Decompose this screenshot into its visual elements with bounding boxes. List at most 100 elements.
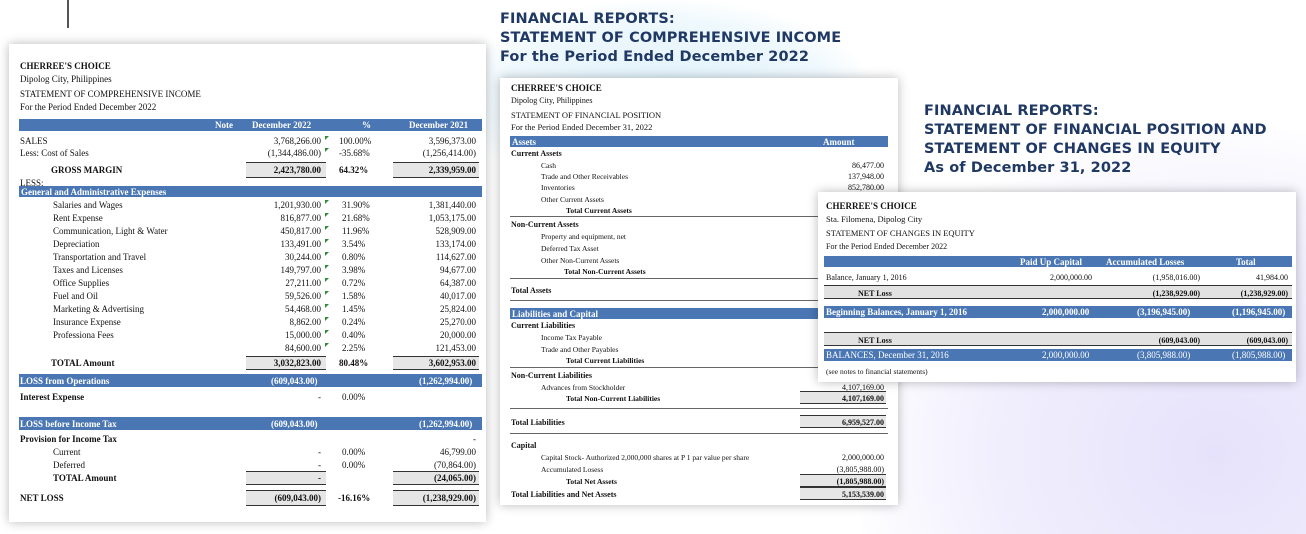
cost-2021: (1,256,414.00)	[422, 148, 476, 158]
expense-2022: 8,862.00	[289, 317, 322, 327]
comment-marker-icon	[325, 136, 329, 140]
beginning-balance-accum: (3,196,945.00)	[1137, 307, 1191, 317]
total-net-assets-value: (1,805,988.00)	[836, 477, 884, 486]
banner-line: For the Period Ended December 2022	[500, 49, 810, 65]
expense-label: Professiona Fees	[53, 330, 114, 340]
liabilities-header: Liabilities and Capital	[512, 309, 599, 319]
expense-pct: 0.72%	[342, 278, 366, 288]
sales-pct: 100.00%	[339, 136, 372, 146]
banner-line: FINANCIAL REPORTS:	[500, 11, 675, 27]
amount-column: Amount	[823, 137, 855, 147]
ending-balance-label: BALANCES, December 31, 2016	[826, 350, 949, 360]
tax-total-label: TOTAL Amount	[53, 473, 117, 483]
loss-operations-2021: (1,262,994.00)	[419, 376, 473, 386]
expense-2022: 15,000.00	[285, 330, 321, 340]
current-tax-pct: 0.00%	[342, 447, 366, 457]
expense-pct: 3.98%	[342, 265, 366, 275]
total-expenses-2022: 3,032,823.00	[273, 358, 321, 368]
expense-2021: 25,270.00	[440, 317, 476, 327]
total-liabilities-value: 6,959,527.00	[842, 418, 884, 427]
receivables-label: Trade and Other Receivables	[541, 172, 628, 181]
capital-stock-value: 2,000,000.00	[842, 453, 884, 462]
expense-2022: 133,491.00	[280, 239, 322, 249]
company-name: CHERREE'S CHOICE	[511, 83, 602, 93]
expense-label: Salaries and Wages	[53, 200, 123, 210]
comment-marker-icon	[325, 265, 329, 269]
statement-period: For the Period Ended December 2022	[826, 242, 948, 251]
expense-2022: 54,468.00	[285, 304, 321, 314]
total-noncurrent-liabilities-value: 4,107,169.00	[842, 394, 884, 403]
statement-title: STATEMENT OF FINANCIAL POSITION	[511, 110, 662, 120]
total-net-assets-label: Total Net Assets	[566, 477, 617, 486]
comment-marker-icon	[325, 304, 329, 308]
assets-header-bar: Assets Amount	[510, 136, 888, 147]
loss-operations-bar: LOSS from Operations (609,043.00) (1,262…	[19, 374, 482, 387]
expense-label: Communication, Light & Water	[53, 226, 168, 236]
statement-title: STATEMENT OF CHANGES IN EQUITY	[826, 228, 975, 238]
current-assets-label: Current Assets	[511, 149, 562, 158]
capital-stock-label: Capital Stock- Authorized 2,000,000 shar…	[541, 453, 750, 462]
total-expenses-pct: 80.48%	[339, 358, 369, 368]
ending-balance-total: (1,805,988.00)	[1232, 350, 1286, 360]
other-noncurrent-label: Other Non-Current Assets	[541, 256, 620, 265]
total-current-label: Total Current Assets	[566, 206, 632, 215]
banner-line: STATEMENT OF FINANCIAL POSITION AND	[924, 122, 1267, 138]
current-tax-2021: 46,799.00	[440, 447, 476, 457]
interest-label: Interest Expense	[20, 392, 85, 402]
expense-pct: 11.96%	[342, 226, 370, 236]
income-report-banner: FINANCIAL REPORTS: STATEMENT OF COMPREHE…	[500, 10, 841, 67]
interest-pct: 0.00%	[342, 392, 366, 402]
statement-title: STATEMENT OF COMPREHENSIVE INCOME	[20, 89, 201, 99]
balance-2016-total: 41,984.00	[1256, 273, 1288, 282]
deferred-tax-pct: 0.00%	[342, 460, 366, 470]
sales-2022: 3,768,266.00	[273, 136, 321, 146]
expense-2022: 149,797.00	[280, 265, 322, 275]
ending-balance-accum: (3,805,988.00)	[1137, 350, 1191, 360]
total-expenses-2021: 3,602,953.00	[428, 358, 476, 368]
expense-pct: 0.24%	[342, 317, 366, 327]
comment-marker-icon	[325, 278, 329, 282]
accumulated-losses-label: Accumulated Losess	[541, 465, 604, 474]
expense-2022: 59,526.00	[285, 291, 321, 301]
total-liabilities-net-label: Total Liabilities and Net Assets	[511, 490, 617, 499]
column-header-bar: Note December 2022 % December 2021	[19, 119, 482, 131]
comment-marker-icon	[325, 252, 329, 256]
column-pct: %	[362, 120, 371, 130]
comment-marker-icon	[325, 200, 329, 204]
current-tax-label: Current	[53, 447, 81, 457]
column-dec2022: December 2022	[252, 120, 312, 130]
expense-label: Rent Expense	[53, 213, 103, 223]
company-location: Dipolog City, Philippines	[511, 96, 593, 105]
expense-2022: 84,600.00	[285, 343, 321, 353]
loss-before-tax-bar: LOSS before Income Tax (609,043.00) (1,2…	[19, 417, 482, 430]
provision-label: Provision for Income Tax	[20, 434, 117, 444]
column-dec2021: December 2021	[409, 120, 469, 130]
net-loss-total: (1,238,929.00)	[1240, 289, 1288, 298]
column-paid-up: Paid Up Capital	[1020, 257, 1083, 267]
expense-2021: 64,387.00	[440, 278, 476, 288]
company-name: CHERREE'S CHOICE	[826, 201, 917, 211]
expense-2021: 1,053,175.00	[428, 213, 476, 223]
tax-total-2022: -	[318, 473, 321, 483]
expense-2021: 133,174.00	[435, 239, 477, 249]
expense-pct: 21.68%	[342, 213, 370, 223]
net-loss-label: NET Loss	[858, 336, 892, 345]
deferred-tax-2021: (70,864.00)	[434, 460, 476, 470]
provision-dash: -	[473, 434, 476, 444]
ending-balance-bar: BALANCES, December 31, 2016 2,000,000.00…	[824, 349, 1292, 361]
banner-line: As of December 31, 2022	[924, 160, 1132, 176]
inventories-label: Inventories	[541, 183, 575, 192]
comment-marker-icon	[325, 343, 329, 347]
expense-2021: 114,627.00	[435, 252, 476, 262]
ending-balance-paidup: 2,000,000.00	[1042, 350, 1090, 360]
net-loss-total: (609,043.00)	[1246, 336, 1288, 345]
total-expenses-label: TOTAL Amount	[51, 358, 115, 368]
expense-2021: 1,381,440.00	[428, 200, 476, 210]
cash-value: 86,477.00	[852, 161, 884, 170]
expense-pct: 31.90%	[342, 200, 370, 210]
company-location: Sta. Filomena, Dipolog City	[826, 214, 923, 224]
sales-2021: 3,596,373.00	[428, 136, 476, 146]
total-noncurrent-liabilities-label: Total Non-Current Liabilities	[566, 394, 661, 403]
expense-pct: 0.40%	[342, 330, 366, 340]
expense-2021: 25,824.00	[440, 304, 476, 314]
